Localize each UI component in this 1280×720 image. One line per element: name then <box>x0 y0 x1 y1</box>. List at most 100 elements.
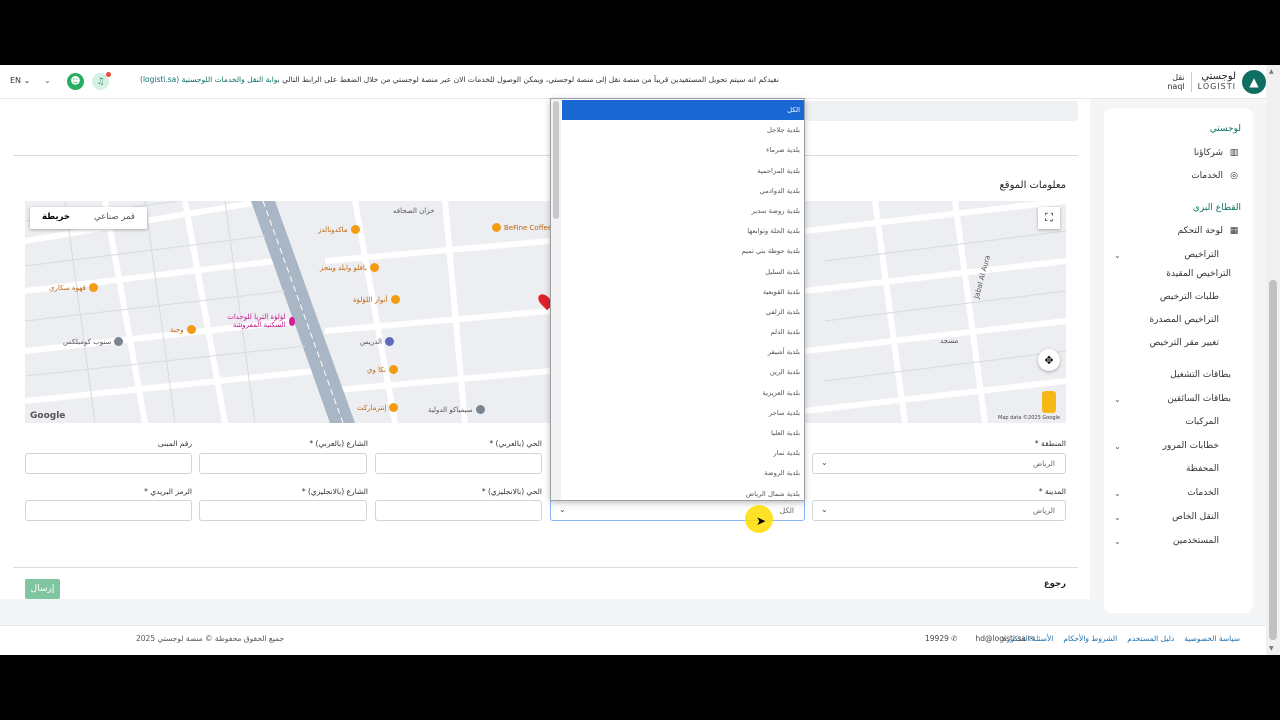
dropdown-scroll-thumb[interactable] <box>553 101 559 219</box>
sidebar-item-issued[interactable]: التراخيص المصدرة <box>1149 315 1219 325</box>
dropdown-option[interactable]: بلدية روضة سدير <box>562 201 804 221</box>
sidebar-item-services[interactable]: الخدمات <box>1187 488 1219 498</box>
district-en-input[interactable] <box>375 500 542 521</box>
map-poi[interactable]: الدريس <box>360 337 395 346</box>
district-ar-label: الحي (بالعربي) * <box>489 439 542 448</box>
map-poi[interactable]: BeFine Coffee <box>492 223 552 232</box>
postal-code-input[interactable] <box>25 500 192 521</box>
dropdown-option[interactable]: بلدية شمال الرياض <box>562 484 804 500</box>
sidebar-item-traffic-letters[interactable]: خطابات المرور <box>1163 441 1219 451</box>
dropdown-option[interactable]: بلدية جلاجل <box>562 120 804 140</box>
footer-link-terms[interactable]: الشروط والأحكام <box>1063 634 1117 643</box>
notice-link[interactable]: بوابة النقل والخدمات اللوجستية (logisti.… <box>140 75 280 84</box>
map-poi[interactable]: وجبة <box>170 325 196 334</box>
back-button[interactable]: رجوع <box>1044 579 1066 589</box>
dropdown-option[interactable]: بلدية الرين <box>562 362 804 382</box>
chevron-down-icon: ⌄ <box>23 76 31 85</box>
sidebar-item-partners[interactable]: ▥ شركاؤنا <box>1194 148 1239 158</box>
section-title: معلومات الموقع <box>999 180 1066 191</box>
sidebar-item-users[interactable]: المستخدمين <box>1173 536 1219 546</box>
dropdown-option[interactable]: بلدية نمار <box>562 443 804 463</box>
dropdown-option[interactable]: بلدية المزاحمية <box>562 161 804 181</box>
dropdown-option[interactable]: بلدية السليل <box>562 262 804 282</box>
sidebar-item-wallet[interactable]: المحفظة <box>1186 464 1219 474</box>
dropdown-scrollbar[interactable] <box>551 99 561 500</box>
top-bar: نقل naql لوجستي LOGISTI ▲ نفيدكم انه سيت… <box>0 65 1280 99</box>
building-no-input[interactable] <box>25 453 192 474</box>
shop-icon <box>389 403 399 412</box>
naql-en: naql <box>1167 82 1185 91</box>
logo-name: لوجستي <box>1201 71 1236 82</box>
district-ar-input[interactable] <box>375 453 542 474</box>
language-switch[interactable]: EN ⌄ <box>10 76 30 85</box>
footer-email[interactable]: hd@logisti.sa ✉ <box>976 634 1035 643</box>
restaurant-icon <box>350 225 360 234</box>
footer-link-privacy[interactable]: سياسة الخصوصية <box>1184 634 1240 643</box>
dropdown-option[interactable]: بلدية الحلة وتوابعها <box>562 221 804 241</box>
map-poi[interactable]: إنترماركت <box>357 403 399 412</box>
map-poi[interactable]: سنوب كومبلكس <box>63 337 124 346</box>
sidebar-item-driver-cards[interactable]: بطاقات السائقين <box>1167 394 1231 404</box>
dropdown-option[interactable]: بلدية الزلفي <box>562 302 804 322</box>
region-select[interactable]: الرياض ⌄ <box>812 453 1066 474</box>
chevron-down-icon[interactable]: ⌄ <box>1114 513 1121 522</box>
chevron-down-icon[interactable]: ⌄ <box>1114 489 1121 498</box>
pegman-icon[interactable] <box>1042 391 1056 413</box>
scroll-up-icon[interactable]: ▲ <box>1269 68 1274 75</box>
page-scrollbar[interactable]: ▲ ▼ <box>1266 65 1280 655</box>
chevron-down-icon[interactable]: ⌄ <box>1114 251 1121 260</box>
map-poi[interactable]: ماكدونالدز <box>318 225 360 234</box>
city-select[interactable]: الرياض ⌄ <box>812 500 1066 521</box>
user-avatar-icon[interactable]: ☻ <box>67 73 84 90</box>
sidebar-item-dashboard[interactable]: ▦ لوحة التحكم <box>1178 226 1239 236</box>
scroll-thumb[interactable] <box>1269 280 1277 640</box>
logo-icon: ▲ <box>1242 70 1266 94</box>
map-poi[interactable]: لؤلؤة الثريا للوحدات السكنية المفروشة <box>205 313 295 329</box>
dropdown-option[interactable]: بلدية حوطة بني تميم <box>562 241 804 261</box>
footer-phone[interactable]: 19929 ✆ <box>925 634 958 643</box>
sidebar-item-change-hq[interactable]: تغيير مقر الترخيص <box>1149 338 1219 348</box>
map-poi[interactable]: بافلو وايلد وينجز <box>320 263 379 272</box>
dropdown-option[interactable]: بلدية الدلم <box>562 322 804 342</box>
dropdown-option[interactable]: بلدية أشيقر <box>562 342 804 362</box>
street-en-input[interactable] <box>199 500 367 521</box>
sidebar-item-operation-cards[interactable]: بطاقات التشغيل <box>1170 370 1231 380</box>
notice-text: نفيدكم انه سيتم تحويل المستفيدين قريباً … <box>282 75 779 84</box>
fullscreen-icon[interactable]: ⛶ <box>1038 207 1060 229</box>
map-poi[interactable]: قهوة سكاري <box>49 283 98 292</box>
sidebar-item-vehicles[interactable]: المركبات <box>1185 417 1219 427</box>
user-menu-chevron-icon[interactable]: ⌄ <box>44 76 51 85</box>
dropdown-option[interactable]: بلدية العزيزية <box>562 383 804 403</box>
chevron-down-icon[interactable]: ⌄ <box>1114 395 1121 404</box>
dropdown-option[interactable]: بلدية العليا <box>562 423 804 443</box>
street-ar-input[interactable] <box>199 453 367 474</box>
dropdown-option[interactable]: الكل <box>562 100 804 121</box>
sidebar-item-restricted[interactable]: التراخيص المقيدة <box>1166 269 1231 279</box>
cafe-icon <box>88 283 98 292</box>
sidebar-item-private-transport[interactable]: النقل الخاص <box>1172 512 1219 522</box>
dropdown-option[interactable]: بلدية الروضة <box>562 463 804 483</box>
chevron-down-icon[interactable]: ⌄ <box>1114 442 1121 451</box>
map-type-toggle[interactable]: خريطة قمر صناعي <box>30 207 147 229</box>
footer-link-guide[interactable]: دليل المستخدم <box>1127 634 1174 643</box>
scroll-down-icon[interactable]: ▼ <box>1269 645 1274 652</box>
recenter-icon[interactable]: ✥ <box>1038 349 1060 371</box>
map-poi[interactable]: سيمباكو الدولية <box>428 405 485 414</box>
map-poi[interactable]: نكا وي <box>367 365 399 374</box>
municipality-dropdown-list[interactable]: الكل بلدية جلاجل بلدية ضرماء بلدية المزاحمي… <box>550 98 805 501</box>
sidebar-item-services-top[interactable]: ◎ الخدمات <box>1191 171 1239 181</box>
dropdown-option[interactable]: بلدية ضرماء <box>562 140 804 160</box>
dropdown-option[interactable]: بلدية القويعية <box>562 282 804 302</box>
logo[interactable]: نقل naql لوجستي LOGISTI ▲ <box>1167 69 1266 95</box>
chevron-down-icon[interactable]: ⌄ <box>1114 537 1121 546</box>
location-map[interactable]: خريطة قمر صناعي خزان الصحافه ماكدونالدز … <box>25 201 1066 423</box>
map-poi[interactable]: أنوار اللؤلؤة <box>353 295 400 304</box>
dropdown-option[interactable]: بلدية الدوادمي <box>562 181 804 201</box>
sidebar-item-license-requests[interactable]: طلبات الترخيص <box>1160 292 1219 302</box>
map-tab-satellite[interactable]: قمر صناعي <box>82 207 147 229</box>
street-ar-label: الشارع (بالعربي) * <box>309 439 368 448</box>
submit-button[interactable]: إرسال <box>25 579 60 599</box>
map-tab-map[interactable]: خريطة <box>30 207 82 229</box>
dropdown-option[interactable]: بلدية ساجر <box>562 403 804 423</box>
sidebar-item-licenses[interactable]: التراخيص <box>1184 250 1219 260</box>
